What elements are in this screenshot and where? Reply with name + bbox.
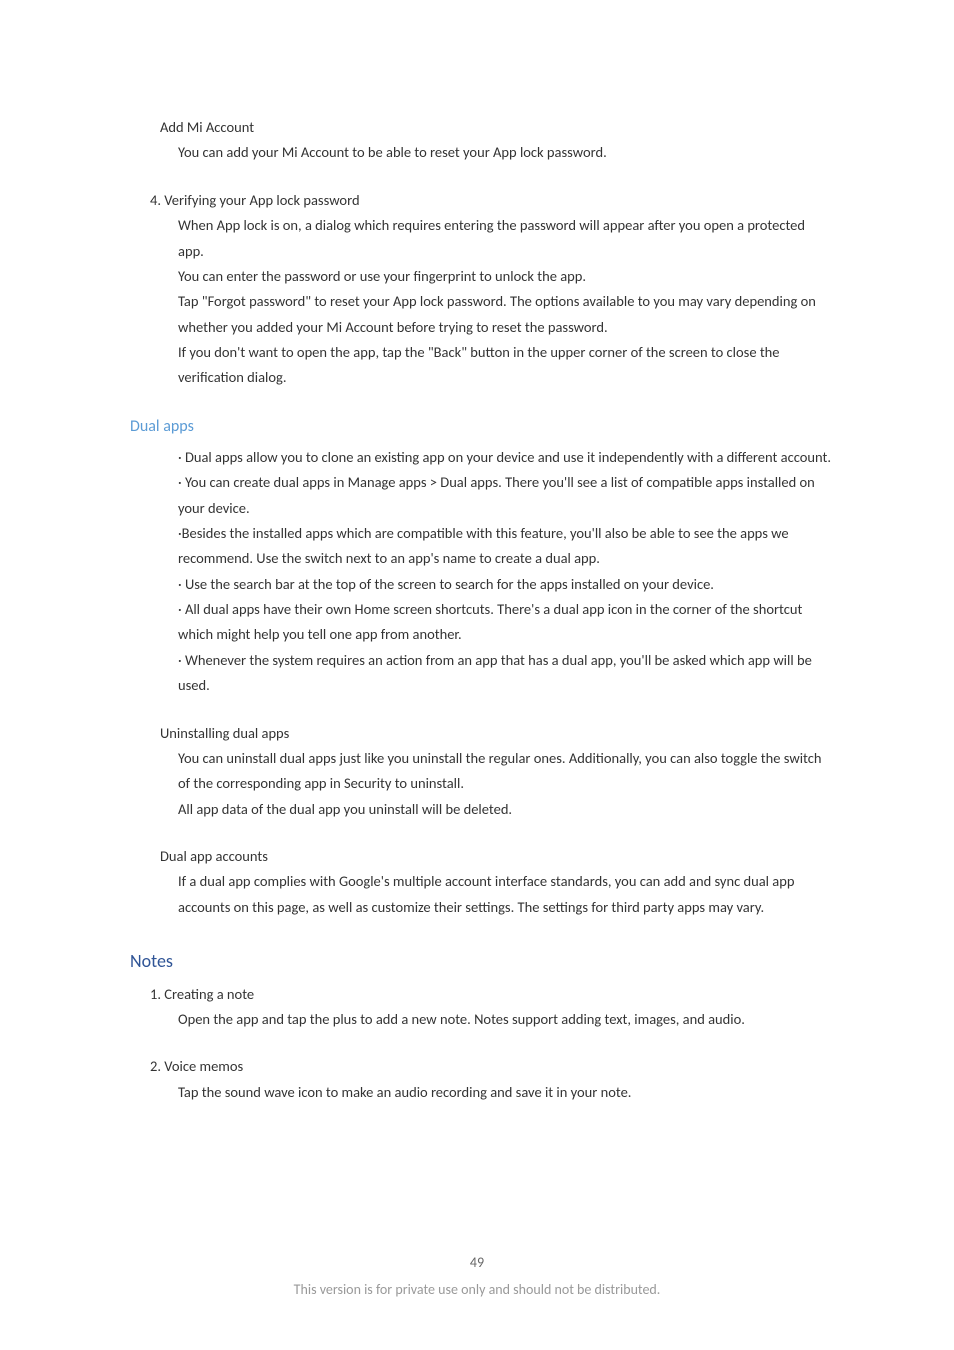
- bullet-text: · Dual apps allow you to clone an existi…: [178, 445, 834, 470]
- body-text: If a dual app complies with Google's mul…: [178, 869, 834, 920]
- bullet-text: ·Besides the installed apps which are co…: [178, 521, 834, 572]
- heading-dual-apps: Dual apps: [130, 413, 834, 441]
- heading-notes: Notes: [130, 946, 834, 978]
- body-text: You can uninstall dual apps just like yo…: [178, 746, 834, 797]
- body-text: Open the app and tap the plus to add a n…: [178, 1007, 834, 1032]
- subsection-creating-note-title: 1. Creating a note: [150, 982, 834, 1007]
- body-text: If you don't want to open the app, tap t…: [178, 340, 834, 391]
- subsection-verify-title: 4. Verifying your App lock password: [150, 188, 834, 213]
- bullet-text: · Use the search bar at the top of the s…: [178, 572, 834, 597]
- body-text: When App lock is on, a dialog which requ…: [178, 213, 834, 264]
- subsection-dual-accounts-title: Dual app accounts: [160, 844, 834, 869]
- subsection-uninstall-title: Uninstalling dual apps: [160, 721, 834, 746]
- subsection-add-mi-account-title: Add Mi Account: [160, 115, 834, 140]
- body-text: You can enter the password or use your f…: [178, 264, 834, 289]
- body-text: You can add your Mi Account to be able t…: [178, 140, 834, 165]
- body-text: All app data of the dual app you uninsta…: [178, 797, 834, 822]
- bullet-text: · You can create dual apps in Manage app…: [178, 470, 834, 521]
- bullet-text: · All dual apps have their own Home scre…: [178, 597, 834, 648]
- bullet-text: · Whenever the system requires an action…: [178, 648, 834, 699]
- page-number: 49: [0, 1251, 954, 1276]
- body-text: Tap the sound wave icon to make an audio…: [178, 1080, 834, 1105]
- page-footer: 49 This version is for private use only …: [0, 1251, 954, 1302]
- footer-disclaimer: This version is for private use only and…: [294, 1281, 661, 1298]
- body-text: Tap "Forgot password" to reset your App …: [178, 289, 834, 340]
- subsection-voice-memos-title: 2. Voice memos: [150, 1054, 834, 1079]
